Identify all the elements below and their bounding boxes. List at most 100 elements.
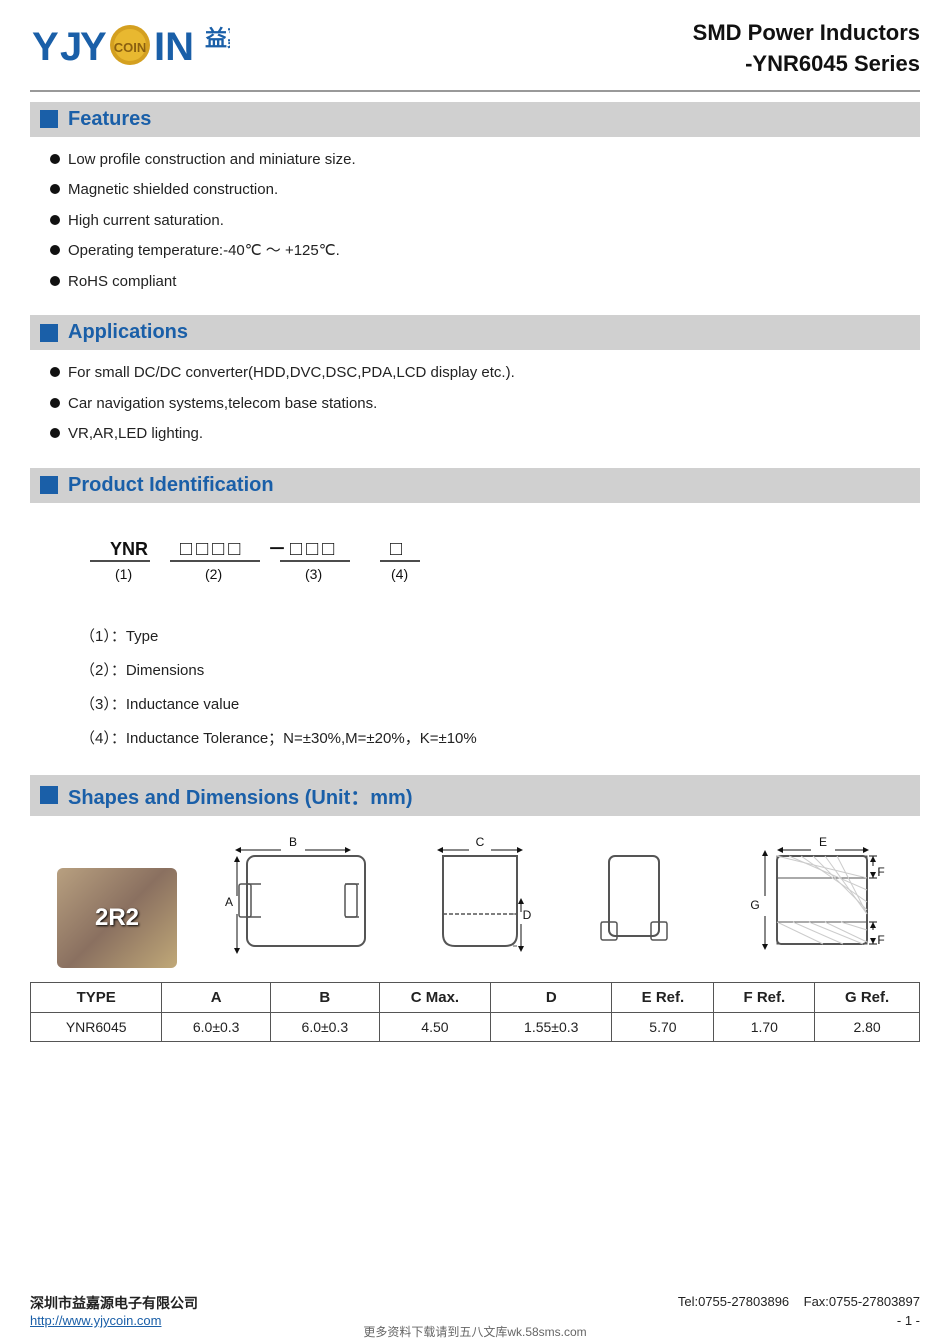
annotation-3: （3）：Inductance value <box>80 693 890 717</box>
svg-text:D: D <box>523 908 532 922</box>
product-id-diagram: YNR (1) □□□□ (2) － □□□ (3) □ (4) <box>30 511 920 615</box>
svg-text:Y: Y <box>32 25 59 69</box>
svg-text:(3): (3) <box>305 566 322 582</box>
footer-fax: Fax:0755-27803897 <box>804 1294 920 1309</box>
applications-list: For small DC/DC converter(HDD,DVC,DSC,PD… <box>30 358 920 458</box>
svg-text:J: J <box>60 25 82 69</box>
shapes-square-icon <box>40 786 58 804</box>
product-id-section-header: Product Identification <box>30 468 920 503</box>
table-header-b: B <box>271 982 380 1012</box>
header-title: SMD Power Inductors -YNR6045 Series <box>693 18 920 80</box>
table-cell-b: 6.0±0.3 <box>271 1012 380 1041</box>
svg-text:F: F <box>877 865 884 879</box>
diagram-efg: E F F G <box>733 834 893 968</box>
svg-text:B: B <box>289 835 297 849</box>
features-square-icon <box>40 110 58 128</box>
svg-text:YNR: YNR <box>110 539 148 559</box>
svg-text:益嘉源: 益嘉源 <box>205 26 230 51</box>
bullet-icon <box>50 428 60 438</box>
annotation-2: （2）：Dimensions <box>80 659 890 683</box>
diagram-front-svg <box>579 834 689 964</box>
svg-text:□□□□: □□□□ <box>180 538 244 560</box>
svg-text:(1): (1) <box>115 566 132 582</box>
dimensions-table: TYPE A B C Max. D E Ref. F Ref. G Ref. Y… <box>30 982 920 1042</box>
product-id-title: Product Identification <box>68 474 274 497</box>
applications-square-icon <box>40 324 58 342</box>
table-header-c: C Max. <box>379 982 490 1012</box>
features-section-header: Features <box>30 102 920 137</box>
svg-text:(4): (4) <box>391 566 408 582</box>
diagram-efg-svg: E F F G <box>733 834 893 964</box>
applications-title: Applications <box>68 321 188 344</box>
title-line2: -YNR6045 Series <box>693 49 920 80</box>
diagram-ab: B A <box>221 834 381 968</box>
svg-text:Y: Y <box>80 25 107 69</box>
svg-text:(2): (2) <box>205 566 222 582</box>
svg-text:G: G <box>750 898 759 912</box>
table-header-a: A <box>162 982 271 1012</box>
diagram-cd-svg: C D <box>425 834 535 964</box>
footer-contact: Tel:0755-27803896 Fax:0755-27803897 <box>678 1294 920 1309</box>
table-header-g: G Ref. <box>815 982 920 1012</box>
dimensions-table-container: TYPE A B C Max. D E Ref. F Ref. G Ref. Y… <box>30 982 920 1042</box>
annotation-1: （1）：Type <box>80 625 890 649</box>
table-cell-g: 2.80 <box>815 1012 920 1041</box>
bullet-icon <box>50 245 60 255</box>
product-id-annotations: （1）：Type （2）：Dimensions （3）：Inductance v… <box>30 615 920 771</box>
list-item: Low profile construction and miniature s… <box>50 149 920 172</box>
svg-text:E: E <box>819 835 827 849</box>
shapes-section-header: Shapes and Dimensions (Unit：mm) <box>30 775 920 816</box>
shapes-title: Shapes and Dimensions (Unit：mm) <box>68 781 413 810</box>
diagram-ab-svg: B A <box>221 834 381 964</box>
svg-text:COIN: COIN <box>114 40 147 55</box>
table-header-type: TYPE <box>31 982 162 1012</box>
svg-text:IN: IN <box>154 25 194 69</box>
page-header: Y J Y COIN IN 益嘉源 SMD Power Inductors -Y… <box>30 18 920 92</box>
product-id-square-icon <box>40 476 58 494</box>
table-cell-e: 5.70 <box>612 1012 714 1041</box>
annotation-4: （4）：Inductance Tolerance；N=±30%,M=±20%，K… <box>80 727 890 751</box>
table-header-f: F Ref. <box>714 982 815 1012</box>
svg-text:□: □ <box>390 538 402 560</box>
list-item: Magnetic shielded construction. <box>50 179 920 202</box>
footer-bottom-text: 更多资料下载请到五八文库wk.58sms.com <box>0 1323 950 1340</box>
bullet-icon <box>50 154 60 164</box>
title-line1: SMD Power Inductors <box>693 18 920 49</box>
svg-text:A: A <box>225 895 233 909</box>
bullet-icon <box>50 398 60 408</box>
svg-text:－: － <box>268 539 286 559</box>
product-id-svg: YNR (1) □□□□ (2) － □□□ (3) □ (4) <box>80 527 640 607</box>
list-item: VR,AR,LED lighting. <box>50 423 920 446</box>
footer-tel: Tel:0755-27803896 <box>678 1294 789 1309</box>
shapes-diagrams-row: 2R2 B A <box>30 824 920 968</box>
svg-text:□□□: □□□ <box>290 538 338 560</box>
diagram-cd: C D <box>425 834 535 968</box>
table-cell-f: 1.70 <box>714 1012 815 1041</box>
bullet-icon <box>50 215 60 225</box>
table-cell-a: 6.0±0.3 <box>162 1012 271 1041</box>
bullet-icon <box>50 276 60 286</box>
diagram-front <box>579 834 689 968</box>
table-header-e: E Ref. <box>612 982 714 1012</box>
features-list: Low profile construction and miniature s… <box>30 145 920 306</box>
list-item: High current saturation. <box>50 210 920 233</box>
company-name: 深圳市益嘉源电子有限公司 <box>30 1293 198 1313</box>
svg-text:C: C <box>476 835 485 849</box>
logo-area: Y J Y COIN IN 益嘉源 <box>30 18 230 72</box>
bullet-icon <box>50 367 60 377</box>
list-item: For small DC/DC converter(HDD,DVC,DSC,PD… <box>50 362 920 385</box>
logo-icon: Y J Y COIN IN 益嘉源 <box>30 18 230 72</box>
component-photo: 2R2 <box>57 868 177 968</box>
bullet-icon <box>50 184 60 194</box>
table-header-d: D <box>491 982 612 1012</box>
applications-section-header: Applications <box>30 315 920 350</box>
features-title: Features <box>68 108 151 131</box>
svg-text:F: F <box>877 933 884 947</box>
list-item: Operating temperature:-40℃ ～ +125℃. <box>50 240 920 263</box>
list-item: Car navigation systems,telecom base stat… <box>50 393 920 416</box>
table-cell-d: 1.55±0.3 <box>491 1012 612 1041</box>
table-row: YNR6045 6.0±0.3 6.0±0.3 4.50 1.55±0.3 5.… <box>31 1012 920 1041</box>
table-cell-c: 4.50 <box>379 1012 490 1041</box>
table-cell-type: YNR6045 <box>31 1012 162 1041</box>
list-item: RoHS compliant <box>50 271 920 294</box>
